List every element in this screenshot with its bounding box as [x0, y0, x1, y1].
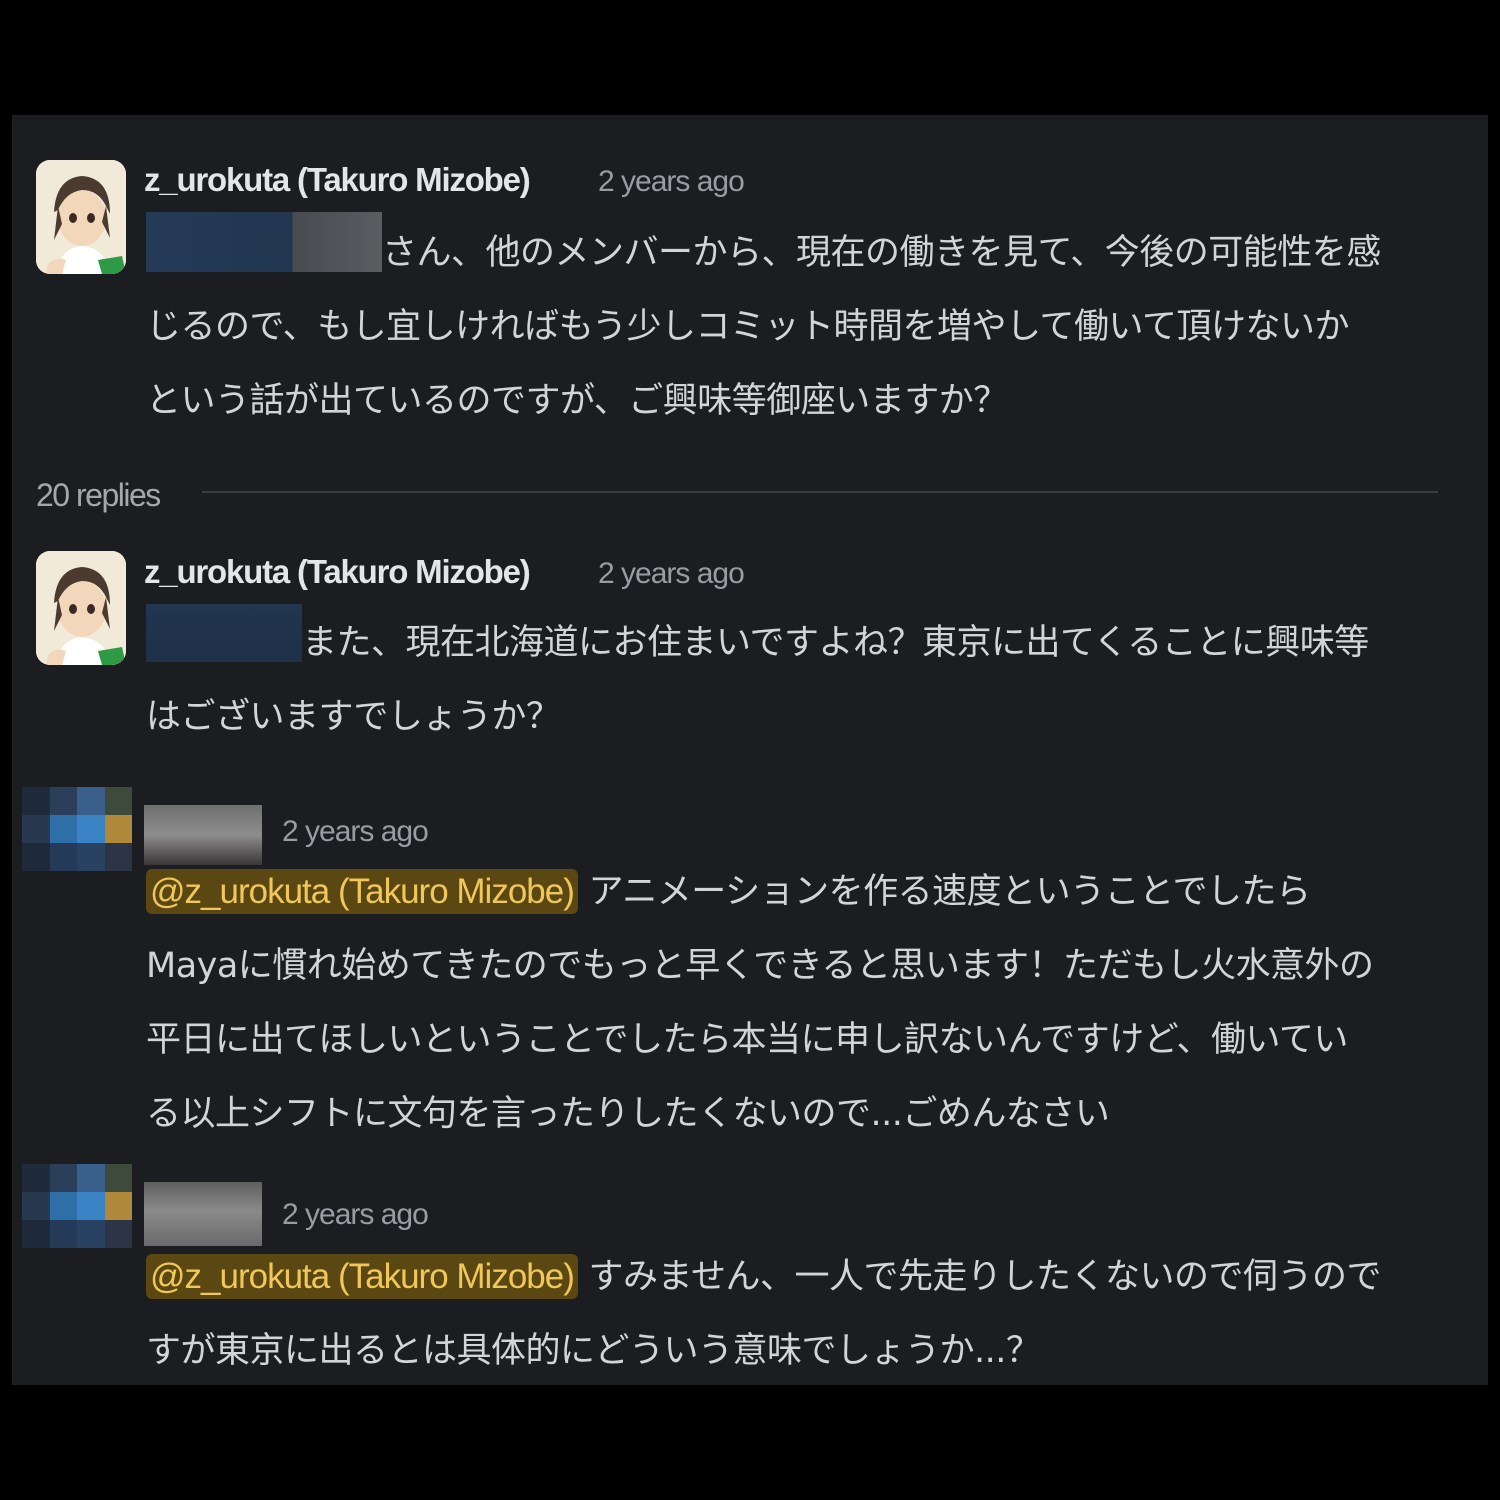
message-line: 平日に出てほしいということでしたら本当に申し訳ないんですけど、働いてい	[146, 1020, 1348, 1060]
timestamp[interactable]: 2 years ago	[282, 815, 429, 849]
message-line: アニメーションを作る速度ということでしたら	[577, 872, 1312, 912]
message-line: すみません、一人で先走りしたくないので伺うので	[577, 1257, 1382, 1297]
user-avatar[interactable]	[22, 1164, 132, 1276]
message-line: さん、他のメンバーから、現在の働きを見て、今後の可能性を感	[382, 233, 1381, 273]
user-mention[interactable]: @z_urokuta (Takuro Mizobe)	[146, 869, 578, 914]
message-line: じるので、もし宜しければもう少しコミット時間を増やして働いて頂けないか	[146, 307, 1349, 347]
redacted-username	[146, 212, 382, 272]
replies-divider	[202, 491, 1438, 493]
message-line: Mayaに慣れ始めてきたのでもっと早くできると思います！ただもし火水意外の	[146, 946, 1374, 986]
timestamp[interactable]: 2 years ago	[282, 1198, 429, 1232]
message-line: という話が出ているのですが、ご興味等御座いますか？	[146, 381, 1008, 421]
timestamp[interactable]: 2 years ago	[598, 165, 745, 199]
author-name[interactable]: z_urokuta (Takuro Mizobe)	[144, 553, 531, 591]
redacted-author-name	[144, 1182, 262, 1246]
thread-panel: z_urokuta (Takuro Mizobe) 2 years ago さん…	[12, 115, 1488, 1385]
timestamp[interactable]: 2 years ago	[598, 557, 745, 591]
user-mention[interactable]: @z_urokuta (Takuro Mizobe)	[146, 1254, 578, 1299]
message-body: さん、他のメンバーから、現在の働きを見て、今後の可能性を感 じるので、もし宜しけ…	[146, 212, 1466, 438]
anime-avatar-icon	[36, 551, 126, 665]
message-body: @z_urokuta (Takuro Mizobe) すみません、一人で先走りし…	[146, 1240, 1466, 1388]
message-body: @z_urokuta (Takuro Mizobe) アニメーションを作る速度と…	[146, 855, 1466, 1151]
message-line: また、現在北海道にお住まいですよね？東京に出てくることに興味等	[302, 623, 1369, 663]
message-line: すが東京に出るとは具体的にどういう意味でしょうか...？	[146, 1331, 1041, 1371]
message-line: はございますでしょうか？	[146, 697, 561, 737]
author-name[interactable]: z_urokuta (Takuro Mizobe)	[144, 161, 531, 199]
message-line: る以上シフトに文句を言ったりしたくないので...ごめんなさい	[146, 1094, 1110, 1134]
user-avatar[interactable]	[36, 551, 126, 665]
redacted-username	[146, 604, 302, 662]
replies-count[interactable]: 20 replies	[36, 477, 161, 514]
user-avatar[interactable]	[22, 787, 132, 899]
anime-avatar-icon	[36, 160, 126, 274]
message-body: また、現在北海道にお住まいですよね？東京に出てくることに興味等 はございますでし…	[146, 604, 1466, 754]
user-avatar[interactable]	[36, 160, 126, 274]
